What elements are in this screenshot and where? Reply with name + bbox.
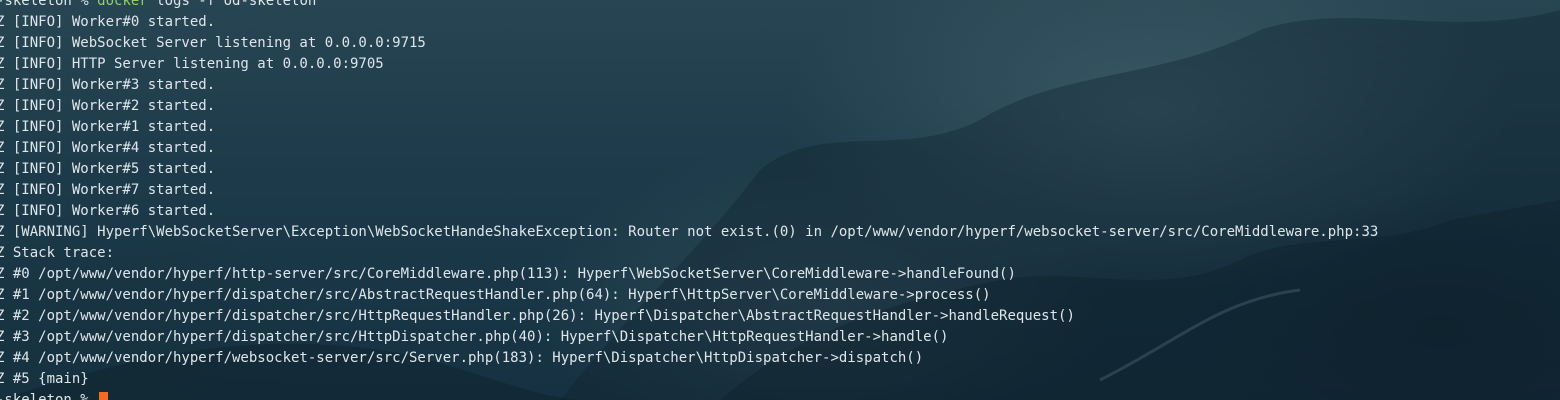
log-line: Z [INFO] Worker#6 started. <box>0 203 216 219</box>
warning-log-line: Z [WARNING] Hyperf\WebSocketServer\Excep… <box>0 224 1379 240</box>
log-line: Z [INFO] Worker#0 started. <box>0 14 216 30</box>
log-line: Z [INFO] WebSocket Server listening at 0… <box>0 35 426 51</box>
log-line: Z [INFO] Worker#2 started. <box>0 98 216 114</box>
log-line: Z [INFO] Worker#4 started. <box>0 140 216 156</box>
stack-trace-line: Z #0 /opt/www/vendor/hyperf/http-server/… <box>0 266 1016 282</box>
prompt-prefix: -skeleton % <box>0 392 98 400</box>
command-keyword: docker <box>97 0 148 9</box>
stack-trace-line: Z #2 /opt/www/vendor/hyperf/dispatcher/s… <box>0 308 1075 324</box>
log-line: Z [INFO] Worker#1 started. <box>0 119 216 135</box>
terminal-window[interactable]: -skeleton % docker logs -f od-skeleton Z… <box>0 0 1560 400</box>
stack-trace-line: Z #5 {main} <box>0 371 89 387</box>
command-arguments: logs -f od-skeleton <box>147 0 317 9</box>
prompt-prefix: -skeleton % <box>0 0 98 9</box>
stack-trace-line: Z #1 /opt/www/vendor/hyperf/dispatcher/s… <box>0 287 991 303</box>
top-prompt-line: -skeleton % docker logs -f od-skeleton <box>0 0 1378 12</box>
terminal-output[interactable]: -skeleton % docker logs -f od-skeleton Z… <box>0 0 1378 400</box>
stack-trace-header: Z Stack trace: <box>0 245 115 261</box>
log-line: Z [INFO] HTTP Server listening at 0.0.0.… <box>0 56 384 72</box>
log-line: Z [INFO] Worker#5 started. <box>0 161 216 177</box>
stack-trace-line: Z #4 /opt/www/vendor/hyperf/websocket-se… <box>0 350 924 366</box>
stack-trace-line: Z #3 /opt/www/vendor/hyperf/dispatcher/s… <box>0 329 949 345</box>
text-cursor[interactable] <box>99 392 109 400</box>
log-line: Z [INFO] Worker#7 started. <box>0 182 216 198</box>
log-line: Z [INFO] Worker#3 started. <box>0 77 216 93</box>
bottom-prompt-line[interactable]: -skeleton % <box>0 390 1378 400</box>
